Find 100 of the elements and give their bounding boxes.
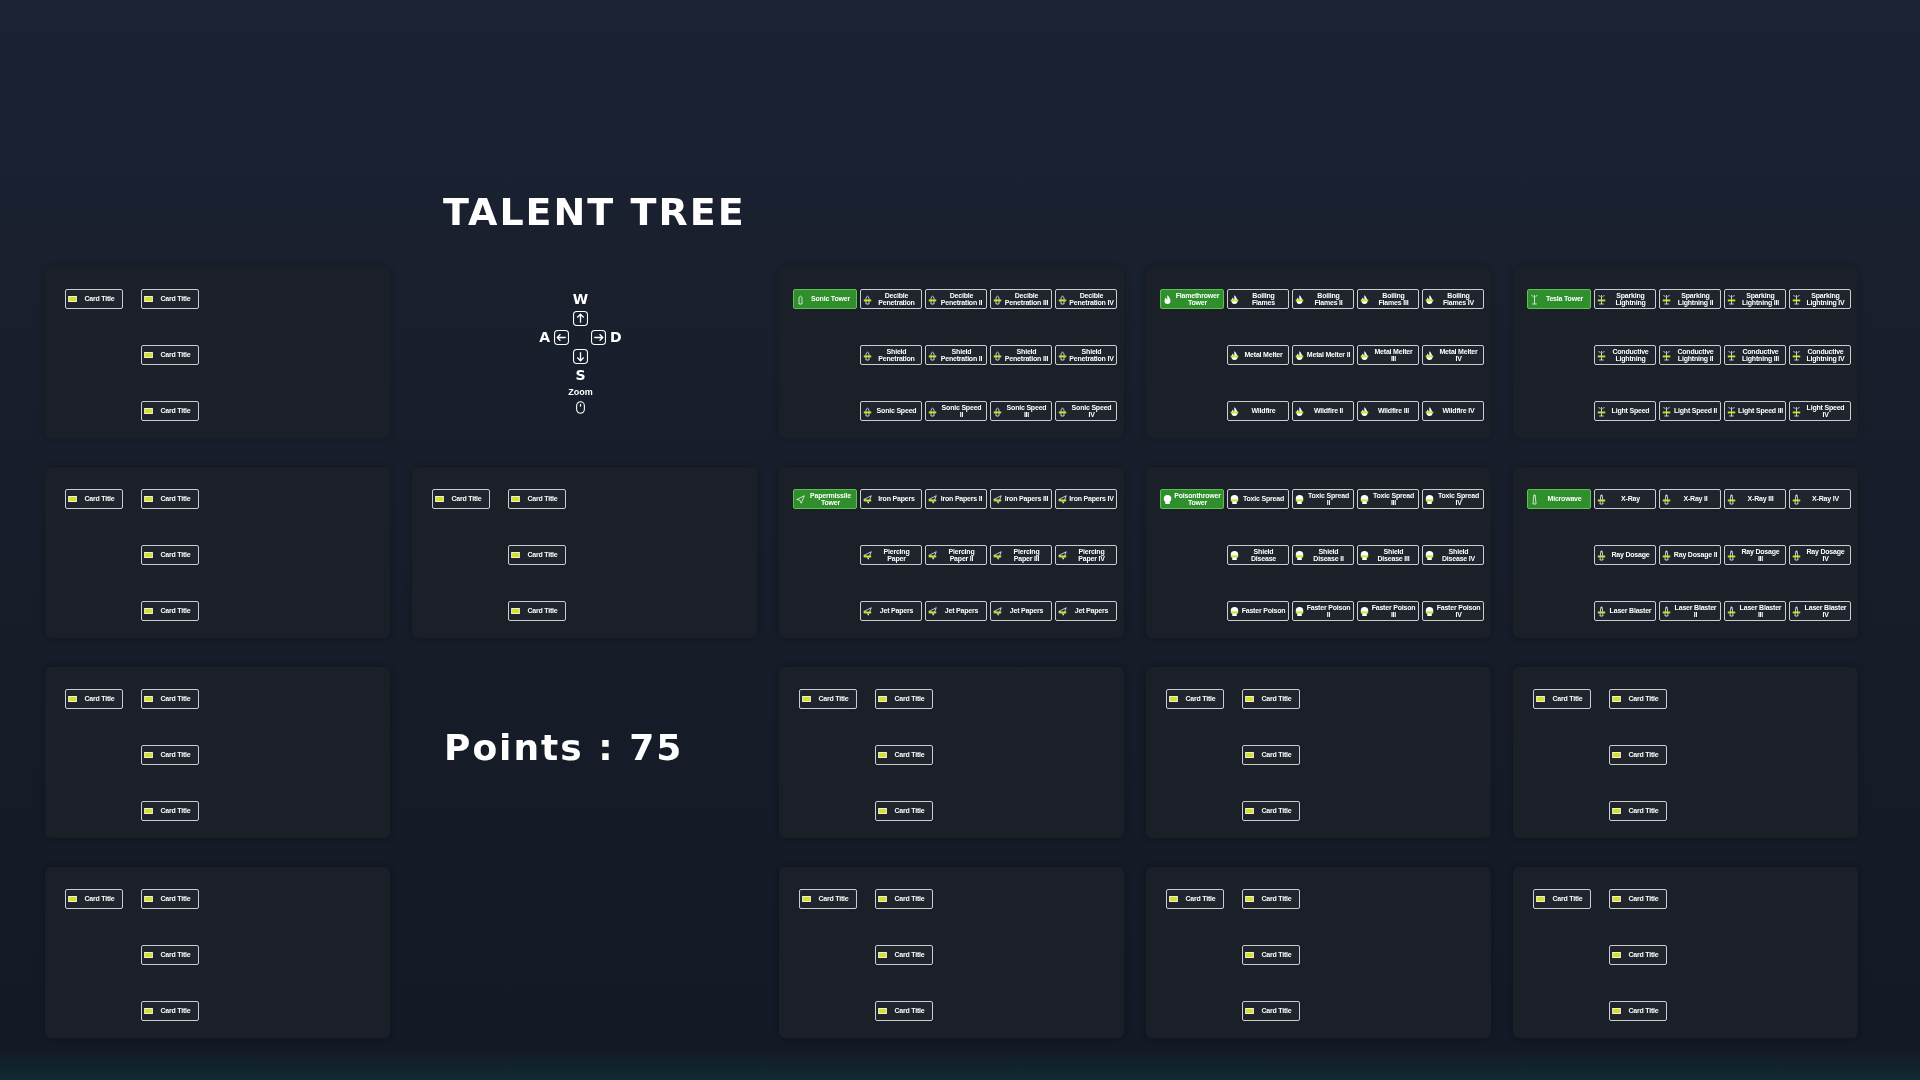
placeholder-icon xyxy=(802,896,811,902)
bullet-icon xyxy=(863,405,872,417)
bullet-icon xyxy=(863,293,872,305)
bullet-icon xyxy=(1058,293,1067,305)
flame-icon xyxy=(1230,349,1239,361)
placeholder-icon xyxy=(878,896,887,902)
placeholder-icon xyxy=(1245,1008,1254,1014)
placeholder-icon xyxy=(144,408,153,414)
skull-icon xyxy=(1425,493,1434,505)
skull-icon xyxy=(1230,493,1239,505)
flame-icon xyxy=(1425,349,1434,361)
placeholder-icon xyxy=(1245,952,1254,958)
placeholder-icon xyxy=(1536,696,1545,702)
paper-plane-icon xyxy=(1058,605,1067,617)
page-title: TALENT TREE xyxy=(443,189,746,236)
skull-icon xyxy=(1425,549,1434,561)
tesla-coil-icon xyxy=(1792,405,1801,417)
placeholder-icon xyxy=(1169,696,1178,702)
mouse-icon xyxy=(576,400,585,414)
placeholder-icon xyxy=(1245,752,1254,758)
placeholder-icon xyxy=(1612,896,1621,902)
placeholder-icon xyxy=(1612,752,1621,758)
flame-icon xyxy=(1230,293,1239,305)
placeholder-icon xyxy=(435,496,444,502)
placeholder-icon xyxy=(144,752,153,758)
left-arrow-key-icon xyxy=(554,329,570,345)
skull-icon xyxy=(1425,605,1434,617)
placeholder-icon xyxy=(144,1008,153,1014)
placeholder-icon xyxy=(144,496,153,502)
right-arrow-key-icon xyxy=(591,329,607,345)
placeholder-icon xyxy=(1245,696,1254,702)
flame-icon xyxy=(1360,349,1369,361)
placeholder-icon xyxy=(1245,896,1254,902)
paper-plane-icon xyxy=(993,605,1002,617)
bullet-icon xyxy=(993,293,1002,305)
paper-plane-icon xyxy=(993,493,1002,505)
placeholder-icon xyxy=(511,608,520,614)
placeholder-icon xyxy=(878,808,887,814)
bullet-icon xyxy=(993,349,1002,361)
paper-plane-icon xyxy=(993,549,1002,561)
bullet-icon xyxy=(1058,349,1067,361)
flame-icon xyxy=(1295,293,1304,305)
bullet-icon xyxy=(928,293,937,305)
flame-icon xyxy=(1425,293,1434,305)
placeholder-icon xyxy=(1536,896,1545,902)
paper-plane-icon xyxy=(928,549,937,561)
tesla-coil-icon xyxy=(1662,405,1671,417)
up-arrow-key-icon xyxy=(573,310,588,326)
placeholder-icon xyxy=(511,552,520,558)
paper-plane-icon xyxy=(1058,493,1067,505)
bullet-icon xyxy=(993,405,1002,417)
placeholder-icon xyxy=(144,552,153,558)
tesla-coil-icon xyxy=(1792,293,1801,305)
key-label: D xyxy=(610,329,622,345)
tesla-coil-icon xyxy=(1597,405,1606,417)
tesla-coil-icon xyxy=(1597,349,1606,361)
paper-plane-icon xyxy=(863,493,872,505)
paper-plane-icon xyxy=(928,493,937,505)
zoom-label: Zoom xyxy=(568,386,593,397)
skull-icon xyxy=(1230,605,1239,617)
skull-icon xyxy=(1295,549,1304,561)
placeholder-icon xyxy=(1245,808,1254,814)
bullet-icon xyxy=(928,349,937,361)
paper-plane-icon xyxy=(1058,549,1067,561)
skull-icon xyxy=(1295,605,1304,617)
flame-icon xyxy=(1295,349,1304,361)
flame-icon xyxy=(1360,405,1369,417)
placeholder-icon xyxy=(144,696,153,702)
tesla-coil-icon xyxy=(1792,349,1801,361)
paper-plane-icon xyxy=(863,549,872,561)
placeholder-icon xyxy=(1612,1008,1621,1014)
bullet-icon xyxy=(1058,405,1067,417)
bullet-icon xyxy=(796,293,805,305)
placeholder-icon xyxy=(1169,896,1178,902)
tesla-coil-icon xyxy=(1727,293,1736,305)
key-label: W xyxy=(572,291,589,307)
tesla-coil-icon xyxy=(1727,349,1736,361)
skull-icon xyxy=(1295,493,1304,505)
tesla-coil-icon xyxy=(1530,293,1539,305)
placeholder-icon xyxy=(878,952,887,958)
placeholder-icon xyxy=(144,896,153,902)
placeholder-icon xyxy=(802,696,811,702)
flame-icon xyxy=(1425,405,1434,417)
flame-icon xyxy=(1360,293,1369,305)
placeholder-icon xyxy=(144,808,153,814)
key-label: A xyxy=(539,329,551,345)
flame-icon xyxy=(1163,293,1172,305)
tesla-coil-icon xyxy=(1662,349,1671,361)
placeholder-icon xyxy=(1612,696,1621,702)
skull-icon xyxy=(1360,549,1369,561)
skull-icon xyxy=(1230,549,1239,561)
key-label: S xyxy=(575,367,586,383)
paper-plane-icon xyxy=(796,493,805,505)
placeholder-icon xyxy=(1612,808,1621,814)
skull-icon xyxy=(1360,493,1369,505)
placeholder-icon xyxy=(144,952,153,958)
skull-icon xyxy=(1360,605,1369,617)
placeholder-icon xyxy=(68,896,77,902)
placeholder-icon xyxy=(68,496,77,502)
bullet-icon xyxy=(863,349,872,361)
